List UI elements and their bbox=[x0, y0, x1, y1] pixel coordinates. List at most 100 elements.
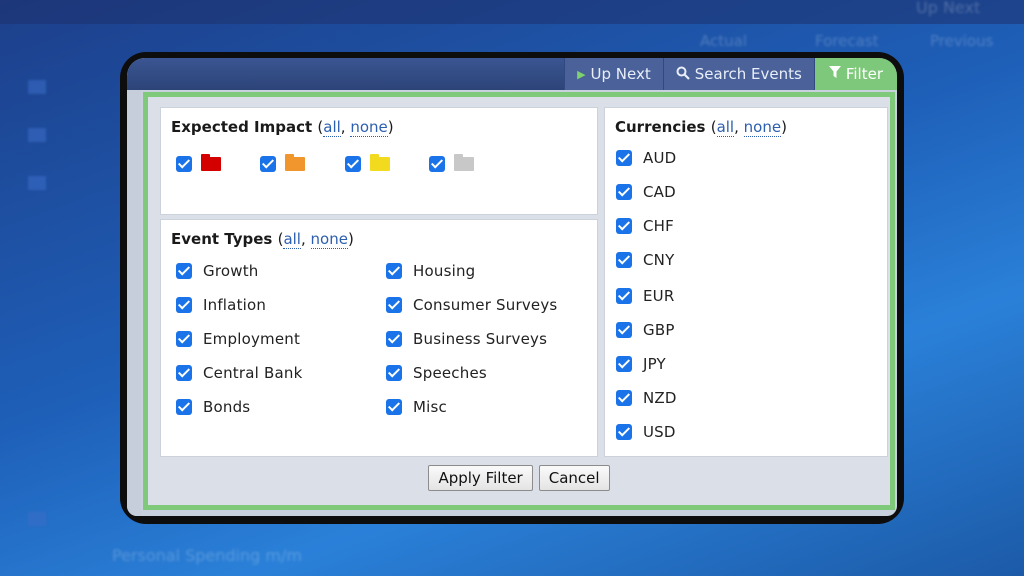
impact-medium-checkbox[interactable] bbox=[260, 156, 276, 172]
top-bar: ▶ Up Next Search Events Filter bbox=[127, 58, 897, 90]
paren: ) bbox=[387, 118, 394, 136]
event-type-checkbox[interactable] bbox=[176, 365, 192, 381]
currency-checkbox[interactable] bbox=[616, 322, 632, 338]
background-marker bbox=[28, 512, 46, 526]
currency-checkbox[interactable] bbox=[616, 288, 632, 304]
event-types-section: Event Types (all, none) Growth Inflation… bbox=[160, 219, 598, 457]
event-type-option[interactable]: Business Surveys bbox=[386, 330, 547, 348]
background-header-previous: Previous bbox=[930, 32, 994, 50]
cancel-button[interactable]: Cancel bbox=[538, 465, 610, 491]
currency-option[interactable]: CAD bbox=[616, 183, 676, 201]
section-title: Currencies (all, none) bbox=[615, 118, 787, 137]
background-top-band bbox=[0, 0, 1024, 24]
impact-low-option bbox=[345, 154, 390, 172]
background-marker bbox=[28, 176, 46, 190]
event-type-option[interactable]: Growth bbox=[176, 262, 259, 280]
event-type-label: Housing bbox=[413, 262, 476, 280]
impact-medium-option bbox=[260, 154, 305, 172]
tab-filter[interactable]: Filter bbox=[813, 58, 897, 90]
search-icon bbox=[676, 66, 690, 83]
impact-low-folder-icon bbox=[370, 154, 390, 171]
event-type-option[interactable]: Misc bbox=[386, 398, 447, 416]
event-type-option[interactable]: Central Bank bbox=[176, 364, 302, 382]
tab-bar: ▶ Up Next Search Events Filter bbox=[564, 58, 897, 90]
currency-checkbox[interactable] bbox=[616, 184, 632, 200]
left-strip bbox=[127, 90, 141, 516]
event-type-option[interactable]: Consumer Surveys bbox=[386, 296, 557, 314]
currency-checkbox[interactable] bbox=[616, 390, 632, 406]
impact-high-folder-icon bbox=[201, 154, 221, 171]
currency-checkbox[interactable] bbox=[616, 218, 632, 234]
event-type-option[interactable]: Bonds bbox=[176, 398, 250, 416]
currency-checkbox[interactable] bbox=[616, 356, 632, 372]
play-icon: ▶ bbox=[577, 67, 586, 81]
currency-label: NZD bbox=[643, 389, 677, 407]
tab-label: Search Events bbox=[694, 65, 802, 83]
currency-option[interactable]: CNY bbox=[616, 251, 674, 269]
comma: , bbox=[300, 230, 311, 248]
apply-filter-button[interactable]: Apply Filter bbox=[428, 465, 533, 491]
impact-high-checkbox[interactable] bbox=[176, 156, 192, 172]
impact-none-checkbox[interactable] bbox=[429, 156, 445, 172]
event-type-checkbox[interactable] bbox=[176, 399, 192, 415]
event-type-label: Inflation bbox=[203, 296, 267, 314]
impact-low-checkbox[interactable] bbox=[345, 156, 361, 172]
event-type-label: Business Surveys bbox=[413, 330, 548, 348]
section-title: Event Types (all, none) bbox=[171, 230, 354, 249]
event-types-all-link[interactable]: all bbox=[283, 230, 301, 249]
currency-option[interactable]: JPY bbox=[616, 355, 666, 373]
currencies-section: Currencies (all, none) AUD CAD CHF CNY E… bbox=[604, 107, 888, 457]
currency-label: AUD bbox=[643, 149, 677, 167]
event-type-checkbox[interactable] bbox=[386, 263, 402, 279]
tab-up-next[interactable]: ▶ Up Next bbox=[564, 58, 663, 90]
currency-label: JPY bbox=[643, 355, 666, 373]
currency-option[interactable]: USD bbox=[616, 423, 676, 441]
event-type-option[interactable]: Housing bbox=[386, 262, 475, 280]
tab-label: Filter bbox=[845, 65, 883, 83]
event-type-label: Central Bank bbox=[203, 364, 303, 382]
event-types-title: Event Types bbox=[171, 230, 273, 248]
event-type-checkbox[interactable] bbox=[386, 297, 402, 313]
currency-option[interactable]: GBP bbox=[616, 321, 675, 339]
event-type-label: Speeches bbox=[413, 364, 487, 382]
section-title: Expected Impact (all, none) bbox=[171, 118, 394, 137]
event-type-checkbox[interactable] bbox=[176, 331, 192, 347]
tab-search-events[interactable]: Search Events bbox=[662, 58, 814, 90]
currency-checkbox[interactable] bbox=[616, 252, 632, 268]
currency-option[interactable]: EUR bbox=[616, 287, 674, 305]
paren: ( bbox=[710, 118, 717, 136]
background-marker bbox=[28, 128, 46, 142]
background-row-text: Personal Spending m/m bbox=[112, 546, 302, 565]
impact-medium-folder-icon bbox=[285, 154, 305, 171]
currency-checkbox[interactable] bbox=[616, 424, 632, 440]
event-type-checkbox[interactable] bbox=[386, 399, 402, 415]
event-type-label: Consumer Surveys bbox=[413, 296, 558, 314]
currency-checkbox[interactable] bbox=[616, 150, 632, 166]
event-type-checkbox[interactable] bbox=[386, 365, 402, 381]
currency-option[interactable]: CHF bbox=[616, 217, 674, 235]
currencies-none-link[interactable]: none bbox=[743, 118, 782, 137]
background-header-actual: Actual bbox=[700, 32, 747, 50]
event-type-option[interactable]: Inflation bbox=[176, 296, 266, 314]
impact-high-option bbox=[176, 154, 221, 172]
event-type-checkbox[interactable] bbox=[386, 331, 402, 347]
event-type-checkbox[interactable] bbox=[176, 297, 192, 313]
currency-label: EUR bbox=[643, 287, 675, 305]
event-types-none-link[interactable]: none bbox=[310, 230, 348, 249]
event-type-option[interactable]: Employment bbox=[176, 330, 300, 348]
currencies-all-link[interactable]: all bbox=[716, 118, 735, 137]
currency-option[interactable]: AUD bbox=[616, 149, 676, 167]
currency-label: USD bbox=[643, 423, 676, 441]
event-type-option[interactable]: Speeches bbox=[386, 364, 487, 382]
background-marker bbox=[28, 80, 46, 94]
filter-actions: Apply Filter Cancel bbox=[148, 465, 890, 491]
currency-option[interactable]: NZD bbox=[616, 389, 677, 407]
impact-none-link[interactable]: none bbox=[350, 118, 388, 137]
impact-none-option bbox=[429, 154, 474, 172]
paren: ) bbox=[781, 118, 787, 136]
currency-label: CNY bbox=[643, 251, 675, 269]
expected-impact-title: Expected Impact bbox=[171, 118, 313, 136]
event-type-checkbox[interactable] bbox=[176, 263, 192, 279]
event-type-label: Misc bbox=[413, 398, 447, 416]
impact-all-link[interactable]: all bbox=[323, 118, 341, 137]
